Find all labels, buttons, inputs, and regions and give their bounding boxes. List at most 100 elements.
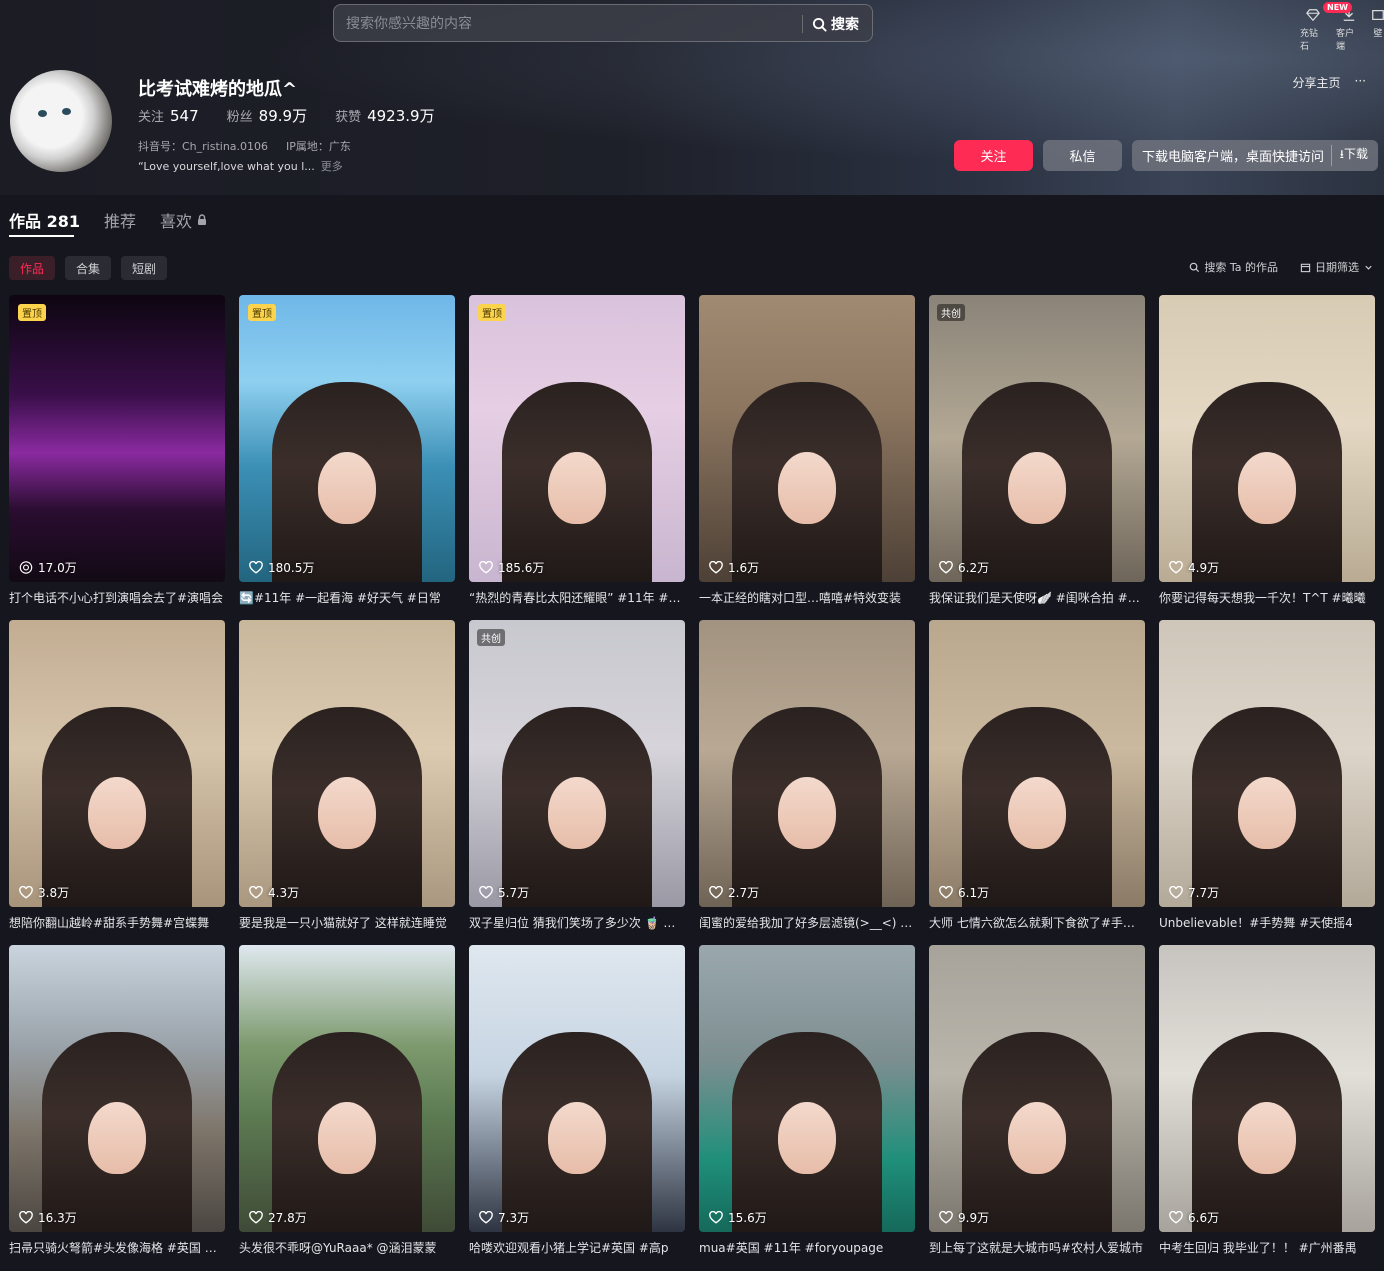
co-creation-badge: 共创 <box>937 304 965 321</box>
video-caption[interactable]: 中考生回归 我毕业了！！ #广州番禺 <box>1159 1240 1375 1256</box>
video-thumbnail[interactable]: 6.1万 <box>929 620 1145 907</box>
heart-icon <box>939 561 953 574</box>
video-card[interactable]: 27.8万头发很不乖呀@YuRaaa* @涵泪蒙蒙 <box>239 945 455 1256</box>
video-thumbnail[interactable]: 3.8万 <box>9 620 225 907</box>
profile-bio: “Love yourself,love what you l... 更多 <box>138 158 343 174</box>
tab-recommend[interactable]: 推荐 <box>104 208 136 232</box>
video-card[interactable]: 7.7万 Unbelievable！#手势舞 #天使摇4 <box>1159 620 1375 931</box>
video-thumbnail[interactable]: 4.3万 <box>239 620 455 907</box>
video-caption[interactable]: mua#英国 #11年 #foryoupage <box>699 1240 915 1256</box>
video-caption[interactable]: 哈喽欢迎观看小猪上学记#英国 #高p <box>469 1240 685 1256</box>
video-thumbnail[interactable]: 共创 6.2万 <box>929 295 1145 582</box>
desktop-download-button[interactable]: 下载电脑客户端，桌面快捷访问 ⭳下载 <box>1132 140 1378 171</box>
stat-following[interactable]: 关注 547 <box>138 106 199 125</box>
video-likes: 180.5万 <box>249 559 314 576</box>
wallpaper-button[interactable]: 壁 <box>1372 4 1384 52</box>
video-caption[interactable]: Unbelievable！#手势舞 #天使摇4 <box>1159 915 1375 931</box>
tab-likes[interactable]: 喜欢 <box>160 208 208 232</box>
video-card[interactable]: 7.3万哈喽欢迎观看小猪上学记#英国 #高p <box>469 945 685 1256</box>
video-card[interactable]: 置顶 185.6万 “热烈的青春比太阳还耀眼” #11年 #校园 <box>469 295 685 606</box>
search-button[interactable]: 搜索 <box>812 11 859 37</box>
subtab-works[interactable]: 作品 <box>9 256 56 280</box>
video-card[interactable]: 1.6万一本正经的瞎对口型…嘻嘻#特效变装 <box>699 295 915 606</box>
thumbnail-figure <box>1192 382 1342 582</box>
video-caption[interactable]: 要是我是一只小猫就好了 这样就连睡觉 <box>239 915 455 931</box>
search-works-button[interactable]: 搜索 Ta 的作品 <box>1189 259 1278 275</box>
video-thumbnail[interactable]: 置顶 17.0万 <box>9 295 225 582</box>
thumbnail-face <box>548 777 606 849</box>
diamond-icon <box>1306 9 1320 22</box>
video-caption[interactable]: 双子星归位 猜我们笑场了多少次 🧋 #共创 <box>469 915 685 931</box>
tab-works[interactable]: 作品 281 <box>9 208 80 232</box>
video-card[interactable]: 9.9万到上每了这就是大城市吗#农村人爱城市 <box>929 945 1145 1256</box>
video-card[interactable]: 共创 5.7万双子星归位 猜我们笑场了多少次 🧋 #共创 <box>469 620 685 931</box>
thumbnail-figure <box>502 382 652 582</box>
video-likes: 4.3万 <box>249 884 299 901</box>
heart-icon <box>19 886 33 899</box>
search-divider <box>802 15 803 33</box>
recharge-diamond-button[interactable]: 充钻石 <box>1300 4 1326 52</box>
stat-followers[interactable]: 粉丝 89.9万 <box>227 105 307 126</box>
likes-count: 15.6万 <box>728 1211 767 1225</box>
more-options-button[interactable]: ··· <box>1355 74 1366 91</box>
video-card[interactable]: 4.3万要是我是一只小猫就好了 这样就连睡觉 <box>239 620 455 931</box>
avatar[interactable] <box>10 70 112 172</box>
thumbnail-figure <box>962 1032 1112 1232</box>
calendar-icon <box>1300 263 1311 272</box>
video-thumbnail[interactable]: 15.6万 <box>699 945 915 1232</box>
video-thumbnail[interactable]: 7.7万 <box>1159 620 1375 907</box>
follow-button[interactable]: 关注 <box>954 140 1033 171</box>
video-thumbnail[interactable]: 7.3万 <box>469 945 685 1232</box>
subtab-short-dramas[interactable]: 短剧 <box>121 256 168 280</box>
video-caption[interactable]: 一本正经的瞎对口型…嘻嘻#特效变装 <box>699 590 915 606</box>
video-thumbnail[interactable]: 1.6万 <box>699 295 915 582</box>
video-caption[interactable]: 🔄#11年 #一起看海 #好天气 #日常 <box>239 590 455 606</box>
video-thumbnail[interactable]: 9.9万 <box>929 945 1145 1232</box>
video-thumbnail[interactable]: 置顶 180.5万 <box>239 295 455 582</box>
video-thumbnail[interactable]: 16.3万 <box>9 945 225 1232</box>
video-caption[interactable]: 想陪你翻山越岭#甜系手势舞#宫蝶舞 <box>9 915 225 931</box>
video-card[interactable]: 3.8万想陪你翻山越岭#甜系手势舞#宫蝶舞 <box>9 620 225 931</box>
pinned-badge: 置顶 <box>478 304 506 321</box>
date-filter-dropdown[interactable]: 日期筛选 <box>1300 259 1374 275</box>
pinned-badge: 置顶 <box>18 304 46 321</box>
video-thumbnail[interactable]: 27.8万 <box>239 945 455 1232</box>
subtab-collections[interactable]: 合集 <box>65 256 112 280</box>
video-caption[interactable]: 到上每了这就是大城市吗#农村人爱城市 <box>929 1240 1145 1256</box>
video-caption[interactable]: 大师 七情六欲怎么就剩下食欲了#手势舞 <box>929 915 1145 931</box>
likes-count: 9.9万 <box>958 1211 990 1225</box>
video-card[interactable]: 4.9万你要记得每天想我一千次！T^T #曦曦 <box>1159 295 1375 606</box>
video-grid: 置顶 17.0万 打个电话不小心打到演唱会去了#演唱会 置顶 180.5万 🔄#11年 #… <box>9 295 1377 1256</box>
video-caption[interactable]: 扫帚只骑火弩箭#头发像海格 #英国 #日常 <box>9 1240 225 1256</box>
video-caption[interactable]: 闺蜜的爱给我加了好多层滤镜(>__<) #日常 <box>699 915 915 931</box>
video-caption[interactable]: 打个电话不小心打到演唱会去了#演唱会 <box>9 590 225 606</box>
video-caption[interactable]: 我保证我们是天使呀🪽 #闺咪合拍 #共创 <box>929 590 1145 606</box>
works-filters: 搜索 Ta 的作品 日期筛选 <box>1189 259 1374 275</box>
video-thumbnail[interactable]: 4.9万 <box>1159 295 1375 582</box>
likes-count: 6.2万 <box>958 561 990 575</box>
thumbnail-face <box>318 777 376 849</box>
video-caption[interactable]: “热烈的青春比太阳还耀眼” #11年 #校园 <box>469 590 685 606</box>
tab-likes-label: 喜欢 <box>160 212 193 231</box>
video-card[interactable]: 6.6万中考生回归 我毕业了！！ #广州番禺 <box>1159 945 1375 1256</box>
video-card[interactable]: 置顶 180.5万 🔄#11年 #一起看海 #好天气 #日常 <box>239 295 455 606</box>
video-thumbnail[interactable]: 2.7万 <box>699 620 915 907</box>
profile-actions: 关注 私信 下载电脑客户端，桌面快捷访问 ⭳下载 <box>954 140 1378 171</box>
video-likes: 2.7万 <box>709 884 759 901</box>
video-card[interactable]: 16.3万扫帚只骑火弩箭#头发像海格 #英国 #日常 <box>9 945 225 1256</box>
message-button[interactable]: 私信 <box>1043 140 1122 171</box>
video-caption[interactable]: 你要记得每天想我一千次！T^T #曦曦 <box>1159 590 1375 606</box>
video-card[interactable]: 6.1万大师 七情六欲怎么就剩下食欲了#手势舞 <box>929 620 1145 931</box>
video-thumbnail[interactable]: 共创 5.7万 <box>469 620 685 907</box>
video-card[interactable]: 15.6万 mua#英国 #11年 #foryoupage <box>699 945 915 1256</box>
bio-more-link[interactable]: 更多 <box>321 160 343 173</box>
client-download-button[interactable]: NEW 客户端 <box>1323 2 1362 52</box>
search-input[interactable] <box>346 14 786 34</box>
video-card[interactable]: 2.7万闺蜜的爱给我加了好多层滤镜(>__<) #日常 <box>699 620 915 931</box>
video-caption[interactable]: 头发很不乖呀@YuRaaa* @涵泪蒙蒙 <box>239 1240 455 1256</box>
video-thumbnail[interactable]: 6.6万 <box>1159 945 1375 1232</box>
video-card[interactable]: 共创 6.2万我保证我们是天使呀🪽 #闺咪合拍 #共创 <box>929 295 1145 606</box>
video-thumbnail[interactable]: 置顶 185.6万 <box>469 295 685 582</box>
video-card[interactable]: 置顶 17.0万打个电话不小心打到演唱会去了#演唱会 <box>9 295 225 606</box>
share-profile-button[interactable]: 分享主页 <box>1293 74 1341 91</box>
